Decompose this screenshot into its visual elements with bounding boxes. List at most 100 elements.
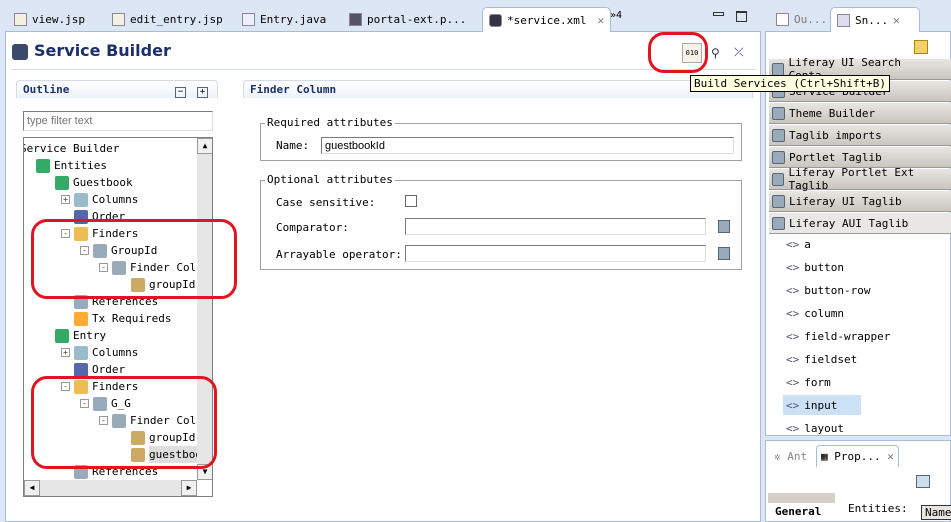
page-title: Service Builder (34, 41, 171, 60)
tab-label: Sn... (855, 13, 889, 27)
case-sensitive-checkbox[interactable] (405, 195, 417, 207)
edit-icon[interactable] (916, 475, 930, 488)
expand-all-icon[interactable]: + (197, 87, 208, 98)
tab-outline[interactable]: Ou... (770, 8, 833, 31)
comparator-label: Comparator: (276, 221, 349, 234)
name-column-header[interactable]: Name (921, 505, 951, 520)
drawer-label: Portlet Taglib (789, 150, 882, 164)
tree-item[interactable]: Entities (24, 157, 107, 174)
drawer-icon (772, 150, 785, 164)
palette-item[interactable]: <> form (783, 372, 834, 392)
palette-drawer[interactable]: Taglib imports (769, 125, 951, 146)
tab-view-jsp[interactable]: view.jsp (8, 8, 91, 31)
tree-item[interactable]: + Columns (61, 191, 138, 208)
tree-item[interactable]: Service Builder (23, 140, 120, 157)
browse-icon[interactable] (718, 220, 730, 233)
scroll-right-button[interactable]: ▶ (181, 480, 197, 496)
entities-label: Entities: (848, 502, 908, 515)
tab-properties[interactable]: ▦ Prop... ✕ (816, 445, 899, 467)
close-icon[interactable]: ✕ (893, 14, 900, 27)
drawer-icon (772, 128, 785, 142)
highlight-box (648, 32, 708, 73)
tab-label: *service.xml (507, 13, 587, 27)
disabled-link-icon[interactable]: ⤫ (734, 45, 744, 60)
tree-item[interactable]: Guestbook (42, 174, 133, 191)
palette-drawer[interactable]: Liferay Portlet Ext Taglib (769, 166, 951, 192)
palette-item-label: fieldset (804, 352, 858, 366)
palette-drawer[interactable]: Portlet Taglib (769, 147, 951, 168)
outline-header: Outline (16, 80, 218, 98)
palette-item[interactable]: <> input (783, 395, 861, 415)
divider (11, 69, 756, 70)
palette-item[interactable]: <> fieldset (783, 349, 860, 369)
scroll-left-button[interactable]: ◀ (24, 480, 40, 496)
palette-drawer[interactable]: Liferay AUI Taglib (769, 213, 951, 234)
tree-item[interactable]: Entry (42, 327, 106, 344)
close-icon[interactable]: ✕ (887, 450, 894, 463)
entity-icon (55, 328, 69, 343)
tree-item-label: Service Builder (23, 142, 120, 155)
close-icon[interactable]: ✕ (597, 14, 604, 27)
tree-item[interactable]: + Columns (61, 344, 138, 361)
details-title: Finder Column (250, 83, 337, 96)
collapse-all-icon[interactable]: − (175, 87, 186, 98)
tab-overflow[interactable]: »4 (610, 10, 622, 21)
tab-entry-java[interactable]: Entry.java (236, 8, 332, 31)
palette-drawer[interactable]: Theme Builder (769, 103, 951, 124)
expand-icon[interactable]: + (61, 195, 70, 204)
expand-icon[interactable]: + (61, 348, 70, 357)
drawer-label: Taglib imports (789, 128, 882, 142)
optional-attributes: Optional attributes Case sensitive: Comp… (260, 173, 742, 270)
tab-service-xml[interactable]: *service.xml ✕ (482, 7, 612, 32)
horizontal-scrollbar[interactable] (24, 480, 197, 496)
tab-portal-ext[interactable]: portal-ext.p... (343, 8, 472, 31)
tag-icon: <> (786, 329, 800, 343)
tab-general[interactable]: General (775, 505, 821, 518)
tab-ant[interactable]: ✲ Ant (774, 450, 807, 463)
tab-snippets[interactable]: Sn... ✕ (830, 7, 920, 32)
case-sensitive-label: Case sensitive: (276, 196, 376, 209)
browse-icon[interactable] (718, 247, 730, 260)
tab-label: Entry.java (260, 13, 327, 26)
jsp-file-icon (14, 13, 27, 26)
tree-item-label: Columns (92, 346, 139, 359)
arrayable-label: Arrayable operator: (276, 248, 402, 261)
tree-item[interactable]: Tx Requireds (61, 310, 171, 327)
name-label: Name: (276, 139, 310, 152)
required-attributes: Required attributes Name: (260, 116, 742, 161)
palette-item[interactable]: <> field-wrapper (783, 326, 893, 346)
minimize-icon[interactable] (713, 12, 724, 16)
maximize-icon[interactable] (736, 11, 747, 22)
order-icon (74, 362, 88, 377)
palette-item[interactable]: <> button-row (783, 280, 873, 300)
tag-icon: <> (786, 398, 800, 412)
palette-item[interactable]: <> layout (783, 418, 847, 438)
palette-item-label: a (804, 237, 811, 251)
tab-strip (768, 493, 835, 503)
java-file-icon (242, 13, 255, 26)
filter-input[interactable] (23, 111, 213, 131)
palette-item[interactable]: <> button (783, 257, 847, 277)
import-icon[interactable] (914, 40, 928, 54)
palette-item[interactable]: <> a (783, 234, 814, 254)
columns-icon (74, 345, 88, 360)
columns-icon (74, 192, 88, 207)
tooltip: Build Services (Ctrl+Shift+B) (690, 75, 891, 92)
tree-item-label: Guestbook (73, 176, 133, 189)
tree-item-label: Entry (73, 329, 107, 342)
drawer-label: Theme Builder (789, 106, 876, 120)
arrayable-input[interactable] (405, 245, 706, 262)
tab-edit-entry-jsp[interactable]: edit_entry.jsp (106, 8, 229, 31)
palette-item[interactable]: <> column (783, 303, 847, 323)
drawer-label: Liferay Portlet Ext Taglib (788, 166, 915, 192)
service-builder-icon (489, 13, 502, 27)
build-wsdd-icon[interactable]: ⚲ (711, 46, 720, 60)
tree-item-label: Columns (92, 193, 139, 206)
name-input[interactable] (321, 137, 734, 154)
palette-drawer[interactable]: Liferay UI Taglib (769, 191, 951, 212)
drawer-label: Liferay AUI Taglib (789, 216, 909, 230)
comparator-input[interactable] (405, 218, 706, 235)
tag-icon: <> (786, 237, 800, 251)
scroll-up-button[interactable]: ▲ (197, 138, 212, 154)
palette-item-label: form (804, 375, 831, 389)
